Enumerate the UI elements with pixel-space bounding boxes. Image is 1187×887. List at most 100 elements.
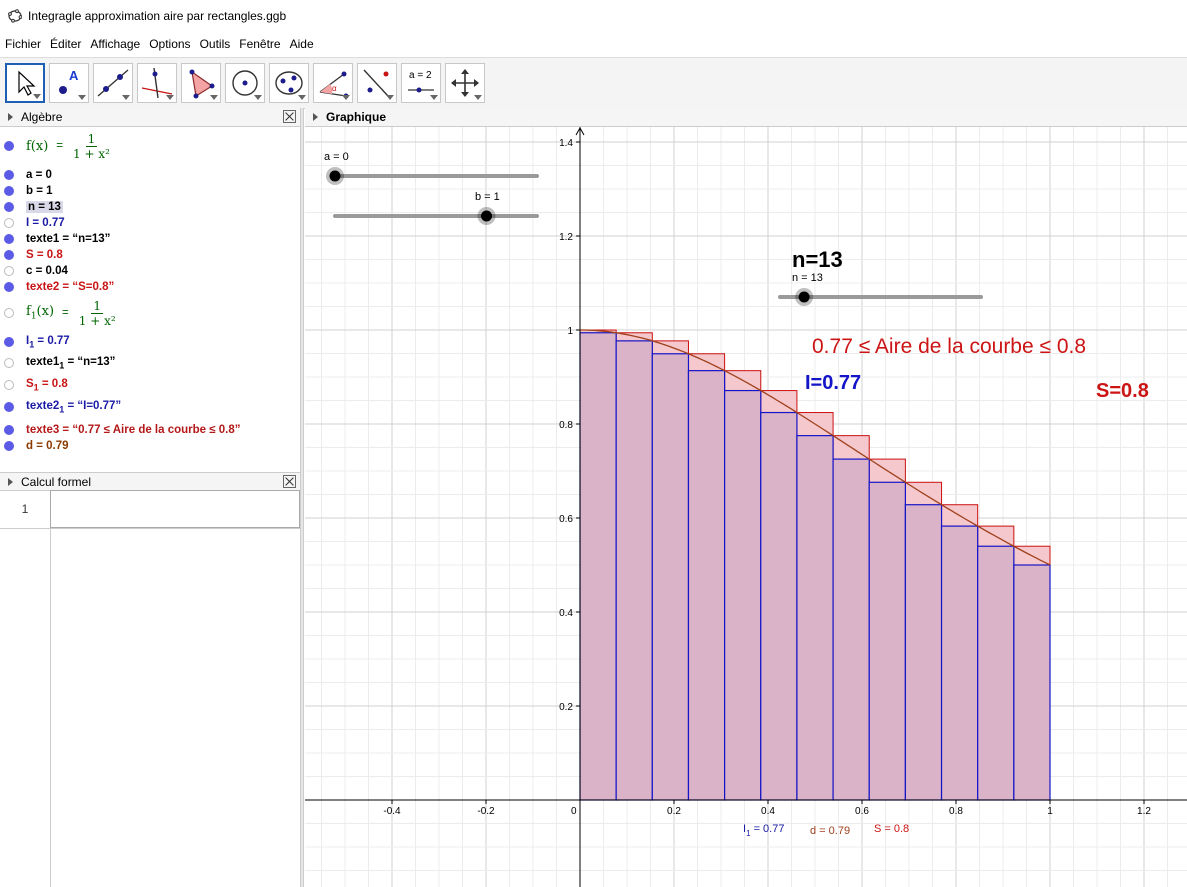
visibility-toggle[interactable] (4, 266, 14, 276)
lower-rectangle (977, 545, 1015, 801)
graphics-title: Graphique (326, 110, 387, 124)
text-I: I=0.77 (805, 372, 861, 394)
lower-rectangle (724, 389, 762, 801)
visibility-toggle[interactable] (4, 141, 14, 151)
circle-tool-button[interactable] (225, 63, 265, 103)
polygon-tool-button[interactable] (181, 63, 221, 103)
function-name: f(x) (26, 138, 49, 154)
menu-fenetre[interactable]: Fenêtre (239, 37, 280, 51)
y-tick-label: 0.6 (559, 514, 573, 525)
item-text: = “n=13” (64, 355, 116, 368)
item-text: S = 0.8 (26, 249, 63, 261)
conic-tool-button[interactable] (269, 63, 309, 103)
lower-rectangle (579, 332, 617, 801)
slider-b-knob[interactable] (481, 210, 492, 222)
cas-header[interactable]: Calcul formel (0, 472, 300, 491)
item-text: = 0.77 (34, 334, 70, 347)
lower-rectangle (615, 340, 653, 801)
visibility-toggle[interactable] (4, 186, 14, 196)
y-tick-label: 0.8 (559, 420, 573, 431)
move-graphics-tool-button[interactable] (445, 63, 485, 103)
visibility-toggle[interactable] (4, 218, 14, 228)
slider-n-label: n = 13 (792, 272, 823, 284)
geogebra-icon (8, 9, 22, 23)
lower-rectangle (1013, 564, 1051, 801)
cas-row-number: 1 (21, 502, 29, 516)
visibility-toggle[interactable] (4, 202, 14, 212)
visibility-toggle[interactable] (4, 282, 14, 292)
menu-fichier[interactable]: Fichier (5, 37, 41, 51)
collapse-arrow-icon[interactable] (8, 113, 13, 121)
item-text: I = 0.77 (26, 217, 65, 229)
visibility-toggle[interactable] (4, 402, 14, 412)
cas-divider (50, 528, 51, 887)
visibility-toggle[interactable] (4, 358, 14, 368)
pane-splitter[interactable] (300, 108, 304, 887)
item-text: texte2 (26, 399, 60, 412)
slider-a-knob[interactable] (329, 170, 341, 182)
cas-input[interactable] (50, 490, 300, 528)
algebra-view: f(x) = 11 + x² a = 0 b = 1 n = 13 I = 0.… (0, 128, 300, 468)
move-tool-button[interactable] (5, 63, 45, 103)
graphics-view[interactable]: -0.4 -0.2 0 0.2 0.4 0.6 0.8 1 1.2 0.2 0.4 0.6 0.8 1 1.… (305, 127, 1187, 887)
label-S: S = 0.8 (874, 823, 909, 835)
menu-options[interactable]: Options (149, 37, 190, 51)
x-tick-label: 1.2 (1137, 806, 1151, 817)
menu-editer[interactable]: Éditer (50, 37, 81, 51)
title-bar: Integragle approximation aire par rectan… (0, 0, 1187, 32)
y-tick-label: 1 (567, 326, 573, 337)
item-text: texte1 (26, 355, 60, 368)
menu-aide[interactable]: Aide (290, 37, 314, 51)
svg-text:α: α (332, 84, 337, 93)
angle-tool-button[interactable]: α (313, 63, 353, 103)
text-S: S=0.8 (1096, 380, 1149, 402)
visibility-toggle[interactable] (4, 234, 14, 244)
visibility-toggle[interactable] (4, 337, 14, 347)
x-tick-label: 0.6 (855, 806, 869, 817)
lower-rectangle (904, 504, 943, 801)
window-title: Integragle approximation aire par rectan… (28, 9, 287, 23)
visibility-toggle[interactable] (4, 170, 14, 180)
lower-rectangle (868, 481, 906, 801)
algebra-header[interactable]: Algèbre (0, 108, 300, 127)
reflect-tool-button[interactable] (357, 63, 397, 103)
line-tool-button[interactable] (93, 63, 133, 103)
collapse-arrow-icon[interactable] (8, 477, 13, 486)
menu-bar: Fichier Éditer Affichage Options Outils … (0, 34, 318, 54)
visibility-toggle[interactable] (4, 441, 14, 451)
visibility-toggle[interactable] (4, 425, 14, 435)
item-text: c = 0.04 (26, 265, 68, 277)
x-tick-label: 0.2 (667, 806, 681, 817)
visibility-toggle[interactable] (4, 308, 14, 318)
x-tick-label: 0 (571, 806, 577, 817)
label-I1-value: = 0.77 (751, 823, 785, 835)
visibility-toggle[interactable] (4, 250, 14, 260)
x-tick-label: 0.8 (949, 806, 963, 817)
point-tool-button[interactable]: A (49, 63, 89, 103)
item-text: = “I=0.77” (64, 399, 122, 412)
lower-rectangle (832, 458, 870, 801)
y-tick-label: 1.2 (559, 232, 573, 243)
fraction-numerator: 1 (85, 131, 98, 147)
slider-b-label: b = 1 (475, 191, 500, 203)
item-text: texte2 = “S=0.8” (26, 281, 115, 293)
collapse-arrow-icon[interactable] (313, 113, 318, 121)
slider-tool-button[interactable]: a = 2 (401, 63, 441, 103)
menu-outils[interactable]: Outils (200, 37, 231, 51)
text-area: 0.77 ≤ Aire de la courbe ≤ 0.8 (812, 335, 1086, 358)
function-arg: (x) (36, 304, 55, 320)
fraction-numerator: 1 (91, 298, 104, 314)
graphics-header[interactable]: Graphique (305, 108, 1187, 127)
item-text: b = 1 (26, 185, 53, 197)
perpendicular-tool-button[interactable] (137, 63, 177, 103)
y-tick-label: 1.4 (559, 138, 573, 149)
fraction-denominator: 1 + x² (73, 146, 110, 161)
item-text: n = 13 (26, 201, 63, 213)
close-icon[interactable] (283, 110, 296, 123)
visibility-toggle[interactable] (4, 380, 14, 390)
close-icon[interactable] (283, 475, 296, 488)
menu-affichage[interactable]: Affichage (90, 37, 140, 51)
y-tick-label: 0.2 (559, 702, 573, 713)
slider-n-knob[interactable] (798, 291, 810, 303)
algebra-title: Algèbre (21, 110, 63, 124)
